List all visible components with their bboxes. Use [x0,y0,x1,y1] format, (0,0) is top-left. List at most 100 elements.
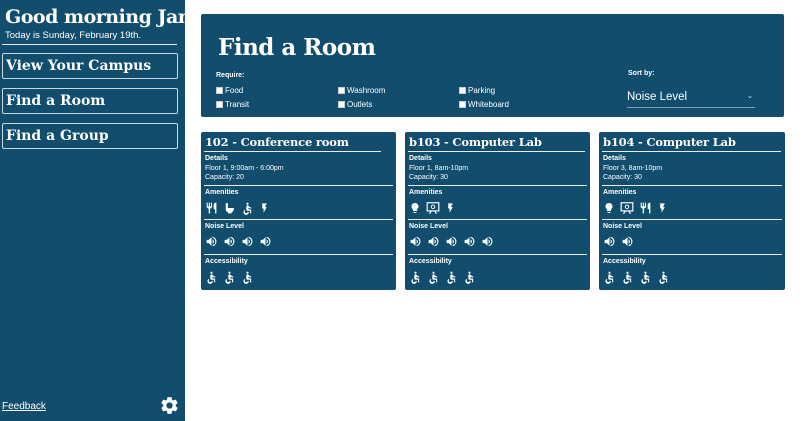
lightbulb-icon [409,201,421,215]
sort-label: Sort by: [628,70,655,77]
page-title: Find a Room [218,34,376,61]
card-divider [204,185,393,186]
accessible-icon [205,270,218,284]
sort-value: Noise Level [627,91,688,103]
detail-line: Capacity: 20 [205,174,244,181]
outlet-icon [445,201,456,215]
nav-find-group-button[interactable]: Find a Group [2,123,178,149]
accessibility-row [603,270,670,284]
volume-icon [445,235,458,248]
card-divider [204,151,381,152]
washroom-icon [223,201,236,215]
outlet-icon [657,201,668,215]
filter-label: Transit [225,100,250,109]
accessibility-label: Accessibility [603,258,646,265]
volume-icon [463,235,476,248]
whiteboard-icon [426,201,440,215]
accessible-icon [463,270,476,284]
amenities-label: Amenities [409,189,443,196]
outlet-icon [259,201,270,215]
accessible-icon [639,270,652,284]
accessible-icon [657,270,670,284]
detail-line: Floor 3, 8am-10pm [603,165,663,172]
checkbox-box[interactable] [216,101,223,108]
room-card[interactable]: 102 - Conference room Details Floor 1, 9… [201,132,396,290]
date-line: Today is Sunday, February 19th. [5,30,142,41]
noise-row [603,235,634,248]
filter-transit-checkbox[interactable]: Transit [216,100,249,109]
filter-parking-checkbox[interactable]: Parking [459,86,495,95]
accessible-icon [241,270,254,284]
checkbox-box[interactable] [216,87,223,94]
filter-washroom-checkbox[interactable]: Washroom [338,86,385,95]
noise-label: Noise Level [205,223,244,230]
volume-icon [481,235,494,248]
checkbox-box[interactable] [459,101,466,108]
filter-label: Whiteboard [468,100,509,109]
checkbox-box[interactable] [338,87,345,94]
feedback-link[interactable]: Feedback [2,401,46,412]
noise-label: Noise Level [603,223,642,230]
room-title: b103 - Computer Lab [409,135,542,149]
sidebar-divider [2,44,177,45]
volume-icon [621,235,634,248]
whiteboard-icon [620,201,634,215]
accessible-icon [603,270,616,284]
detail-line: Floor 1, 8am-10pm [409,165,469,172]
filter-whiteboard-checkbox[interactable]: Whiteboard [459,100,509,109]
accessible-icon [409,270,422,284]
accessible-icon [445,270,458,284]
filter-food-checkbox[interactable]: Food [216,86,243,95]
filter-outlets-checkbox[interactable]: Outlets [338,100,372,109]
greeting-heading: Good morning Jane. [5,6,209,28]
volume-icon [241,235,254,248]
filter-label: Washroom [347,86,386,95]
noise-row [205,235,272,248]
chevron-down-icon: ⌄ [747,93,753,100]
amenities-row [409,201,456,215]
detail-line: Capacity: 30 [409,174,448,181]
room-card[interactable]: b104 - Computer Lab Details Floor 3, 8am… [599,132,785,290]
gear-icon[interactable] [159,395,180,416]
require-label: Require: [216,72,245,79]
card-divider [602,185,782,186]
detail-line: Capacity: 30 [603,174,642,181]
sort-select[interactable]: Noise Level ⌄ [627,91,755,108]
accessible-icon [427,270,440,284]
card-divider [408,151,585,152]
volume-icon [427,235,440,248]
room-title: b104 - Computer Lab [603,135,736,149]
accessible-icon [223,270,236,284]
accessibility-label: Accessibility [205,258,248,265]
volume-icon [409,235,422,248]
checkbox-box[interactable] [459,87,466,94]
amenities-label: Amenities [205,189,239,196]
room-card[interactable]: b103 - Computer Lab Details Floor 1, 8am… [405,132,590,290]
amenities-row [603,201,668,215]
accessibility-row [205,270,254,284]
volume-icon [205,235,218,248]
card-divider [204,254,393,255]
accessible-icon [621,270,634,284]
lightbulb-icon [603,201,615,215]
card-divider [408,185,587,186]
card-divider [602,219,782,220]
amenities-row [205,201,270,215]
food-icon [639,201,652,215]
filter-label: Parking [468,86,496,95]
volume-icon [603,235,616,248]
filter-label: Outlets [347,100,373,109]
volume-icon [223,235,236,248]
accessibility-row [409,270,476,284]
accessible-icon [241,201,254,215]
nav-find-room-button[interactable]: Find a Room [2,88,178,114]
room-title: 102 - Conference room [205,135,349,149]
detail-line: Floor 1, 9:00am - 6:00pm [205,165,284,172]
card-divider [408,219,587,220]
noise-row [409,235,494,248]
nav-view-campus-button[interactable]: View Your Campus [2,53,178,79]
checkbox-box[interactable] [338,101,345,108]
details-label: Details [409,155,432,162]
accessibility-label: Accessibility [409,258,452,265]
noise-label: Noise Level [409,223,448,230]
